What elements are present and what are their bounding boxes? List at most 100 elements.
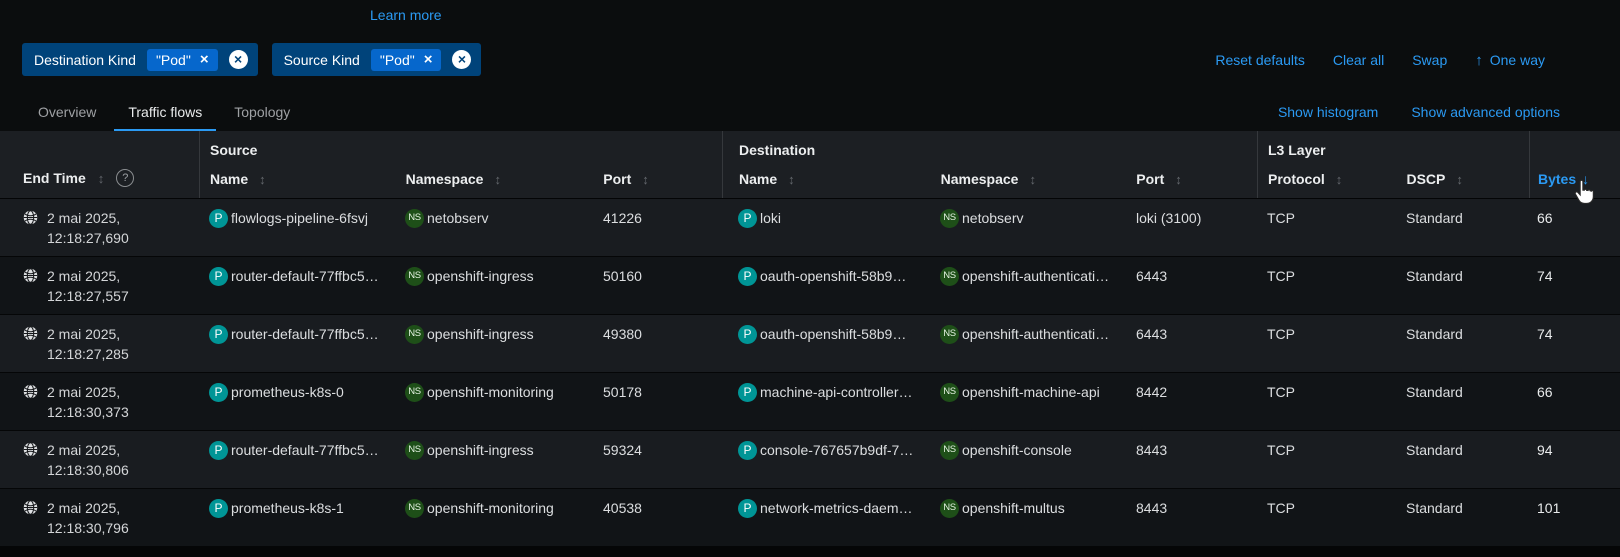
sort-icon[interactable]: ↕ (1175, 173, 1182, 186)
clear-all-link[interactable]: Clear all (1333, 52, 1384, 68)
destination-port: 6443 (1124, 324, 1257, 372)
destination-group-header: Destination (723, 142, 1257, 158)
table-bottom-edge (0, 547, 1620, 557)
source-namespace[interactable]: NS openshift-ingress (405, 266, 591, 286)
tab-traffic-flows[interactable]: Traffic flows (114, 96, 216, 132)
arrow-up-icon: ↑ (1475, 53, 1483, 68)
dscp-value: Standard (1404, 382, 1529, 430)
filter-chip-value: "Pod" (156, 52, 191, 68)
chip-close-icon[interactable]: × (424, 52, 433, 67)
source-namespace[interactable]: NS openshift-monitoring (405, 498, 591, 518)
source-port: 59324 (591, 440, 722, 488)
namespace-badge-icon: NS (405, 499, 424, 518)
globe-icon (23, 210, 38, 225)
table-header: End Time ↕ ? Source Name ↕ Namespace ↕ (0, 131, 1620, 199)
source-name-header[interactable]: Name (210, 171, 248, 187)
destination-name-header[interactable]: Name (739, 171, 777, 187)
destination-namespace[interactable]: NS openshift-multus (940, 498, 1124, 518)
clear-filter-group-icon[interactable]: × (229, 50, 248, 69)
namespace-badge-icon: NS (405, 383, 424, 402)
destination-namespace[interactable]: NS netobserv (940, 208, 1124, 228)
destination-pod[interactable]: P console-767657b9df-7… (738, 440, 930, 460)
table-row[interactable]: 2 mai 2025, 12:18:30,796 P prometheus-k8… (0, 489, 1620, 547)
source-port-header[interactable]: Port (603, 171, 631, 187)
source-pod[interactable]: P router-default-77ffbc5… (209, 266, 395, 286)
source-pod[interactable]: P prometheus-k8s-1 (209, 498, 395, 518)
end-time-value: 2 mai 2025, 12:18:30,806 (47, 440, 129, 488)
source-namespace-header[interactable]: Namespace (406, 171, 484, 187)
filter-category-label: Source Kind (284, 52, 360, 68)
source-namespace[interactable]: NS netobserv (405, 208, 591, 228)
table-row[interactable]: 2 mai 2025, 12:18:27,690 P flowlogs-pipe… (0, 199, 1620, 257)
source-group-header: Source (200, 142, 722, 158)
source-port: 41226 (591, 208, 722, 256)
tab-topology[interactable]: Topology (220, 96, 304, 132)
destination-pod[interactable]: P loki (738, 208, 930, 228)
show-advanced-options-link[interactable]: Show advanced options (1411, 104, 1560, 120)
end-time-header[interactable]: End Time (23, 170, 86, 186)
sort-icon[interactable]: ↕ (642, 173, 649, 186)
source-namespace[interactable]: NS openshift-ingress (405, 324, 591, 344)
dscp-value: Standard (1404, 208, 1529, 256)
bytes-header[interactable]: Bytes (1538, 171, 1576, 187)
filter-group-source-kind: Source Kind "Pod" × × (272, 43, 482, 76)
filter-group-destination-kind: Destination Kind "Pod" × × (22, 43, 258, 76)
table-row[interactable]: 2 mai 2025, 12:18:30,373 P prometheus-k8… (0, 373, 1620, 431)
destination-namespace[interactable]: NS openshift-authenticati… (940, 266, 1124, 286)
table-row[interactable]: 2 mai 2025, 12:18:27,285 P router-defaul… (0, 315, 1620, 373)
clear-filter-group-icon[interactable]: × (452, 50, 471, 69)
protocol-header[interactable]: Protocol (1268, 171, 1325, 187)
namespace-badge-icon: NS (940, 209, 959, 228)
destination-namespace[interactable]: NS openshift-authenticati… (940, 324, 1124, 344)
destination-namespace-header[interactable]: Namespace (941, 171, 1019, 187)
pod-badge-icon: P (209, 325, 228, 344)
sort-icon[interactable]: ↕ (98, 172, 105, 185)
learn-more-link[interactable]: Learn more (370, 7, 442, 23)
destination-namespace[interactable]: NS openshift-console (940, 440, 1124, 460)
sort-descending-icon[interactable]: ↓ (1582, 171, 1589, 187)
protocol-value: TCP (1257, 324, 1404, 372)
sort-icon[interactable]: ↕ (1029, 173, 1036, 186)
source-namespace[interactable]: NS openshift-monitoring (405, 382, 591, 402)
protocol-value: TCP (1257, 382, 1404, 430)
destination-port-header[interactable]: Port (1136, 171, 1164, 187)
tab-overview[interactable]: Overview (24, 96, 110, 132)
destination-port: 8442 (1124, 382, 1257, 430)
end-time-value: 2 mai 2025, 12:18:30,373 (47, 382, 129, 430)
sort-icon[interactable]: ↕ (494, 173, 501, 186)
source-port: 49380 (591, 324, 722, 372)
reset-defaults-link[interactable]: Reset defaults (1215, 52, 1305, 68)
namespace-badge-icon: NS (940, 267, 959, 286)
globe-icon (23, 500, 38, 515)
globe-icon (23, 326, 38, 341)
pod-badge-icon: P (738, 441, 757, 460)
table-row[interactable]: 2 mai 2025, 12:18:27,557 P router-defaul… (0, 257, 1620, 315)
chip-close-icon[interactable]: × (200, 52, 209, 67)
swap-link[interactable]: Swap (1412, 52, 1447, 68)
source-pod[interactable]: P router-default-77ffbc5… (209, 440, 395, 460)
source-pod[interactable]: P prometheus-k8s-0 (209, 382, 395, 402)
destination-port: loki (3100) (1124, 208, 1257, 256)
pod-badge-icon: P (738, 499, 757, 518)
destination-namespace[interactable]: NS openshift-machine-api (940, 382, 1124, 402)
sort-icon[interactable]: ↕ (1336, 173, 1343, 186)
destination-pod[interactable]: P network-metrics-daem… (738, 498, 930, 518)
sort-icon[interactable]: ↕ (1456, 173, 1463, 186)
source-pod[interactable]: P flowlogs-pipeline-6fsvj (209, 208, 395, 228)
sort-icon[interactable]: ↕ (788, 173, 795, 186)
show-histogram-link[interactable]: Show histogram (1278, 104, 1378, 120)
destination-pod[interactable]: P oauth-openshift-58b9… (738, 324, 930, 344)
destination-pod[interactable]: P machine-api-controller… (738, 382, 930, 402)
destination-pod[interactable]: P oauth-openshift-58b9… (738, 266, 930, 286)
end-time-value: 2 mai 2025, 12:18:30,796 (47, 498, 129, 546)
source-namespace[interactable]: NS openshift-ingress (405, 440, 591, 460)
dscp-header[interactable]: DSCP (1406, 171, 1445, 187)
protocol-value: TCP (1257, 440, 1404, 488)
pod-badge-icon: P (738, 209, 757, 228)
sort-icon[interactable]: ↕ (259, 173, 266, 186)
one-way-toggle[interactable]: ↑ One way (1475, 52, 1545, 68)
help-icon[interactable]: ? (116, 169, 134, 187)
table-row[interactable]: 2 mai 2025, 12:18:30,806 P router-defaul… (0, 431, 1620, 489)
one-way-label: One way (1490, 52, 1545, 68)
source-pod[interactable]: P router-default-77ffbc5… (209, 324, 395, 344)
